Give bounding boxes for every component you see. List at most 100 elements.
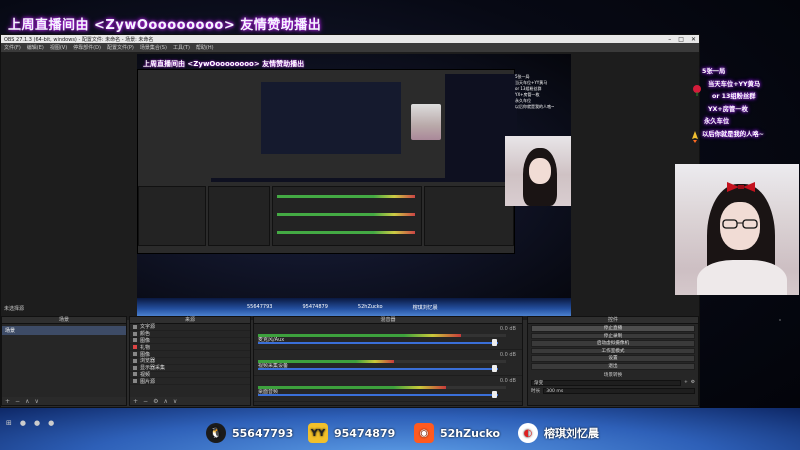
volume-knob[interactable] xyxy=(492,339,497,346)
promo-line: or 13组粉丝群 xyxy=(712,93,756,100)
yy-contact: YY 95474879 xyxy=(308,423,395,443)
source-settings-icon[interactable]: ⚙ xyxy=(153,398,158,405)
mixer-header: 混音器 xyxy=(254,317,522,324)
image-source-icon xyxy=(133,352,137,357)
duration-row: 时长 300 ms xyxy=(531,387,695,394)
glasses-icon xyxy=(722,219,758,229)
controls-header: 控件 xyxy=(528,317,698,324)
transition-select[interactable]: 渐变 xyxy=(531,379,682,386)
close-icon[interactable]: ✕ xyxy=(691,36,696,43)
menu-edit[interactable]: 编辑(E) xyxy=(27,44,44,51)
weibo-contact: ◐ 榕琪刘忆晨 xyxy=(518,423,599,443)
sources-dock: 来源 文字源 颜色 图像 礼物 图像 浏览器 显示器采集 视频 图片源 + − … xyxy=(129,316,251,406)
mixer-channel: 视频采集设备 0.0 dB xyxy=(254,350,522,376)
scene-item[interactable]: 场景 xyxy=(2,326,126,335)
add-source-icon[interactable]: + xyxy=(133,398,138,405)
duration-label: 时长 xyxy=(531,388,541,394)
remove-source-icon[interactable]: − xyxy=(143,398,148,405)
duration-input[interactable]: 300 ms xyxy=(543,387,695,394)
nested-webcam xyxy=(505,136,571,206)
menu-view[interactable]: 视图(V) xyxy=(50,44,67,51)
channel-db: 0.0 dB xyxy=(499,378,516,384)
stop-streaming-button[interactable]: 停止直播 xyxy=(531,325,695,332)
scene-down-icon[interactable]: ∨ xyxy=(34,398,38,405)
promo-text: 5张一局 当天车位+YY黄马 or 13组粉丝群 YX+房管一枚 永久车位 以后… xyxy=(688,66,798,141)
stop-recording-button[interactable]: 停止录制 xyxy=(531,332,695,340)
transition-select-row: 渐变 + ⚙ xyxy=(531,379,695,386)
exit-button[interactable]: 退出 xyxy=(531,362,695,370)
menu-tools[interactable]: 工具(T) xyxy=(173,44,190,51)
image-source-icon xyxy=(133,338,137,343)
transition-label: 场景转换 xyxy=(603,372,623,378)
menu-profile[interactable]: 配置文件(P) xyxy=(107,44,134,51)
mixer-channel: 麦克风/Aux 0.0 dB xyxy=(254,324,522,350)
webcam-feed xyxy=(675,164,799,295)
source-down-icon[interactable]: ∨ xyxy=(173,398,177,405)
qq-number: 55647793 xyxy=(232,426,294,440)
nested-obs-window-2 xyxy=(211,74,445,178)
source-item[interactable]: 图片源 xyxy=(130,378,250,386)
promo-line: YX+房管一枚 xyxy=(708,105,748,113)
nested-promo-list: 5张一局 当天车位+YY黄马 or 13组粉丝群 YX+房管一枚 永久车位 以后… xyxy=(515,74,555,109)
minimize-icon[interactable]: – xyxy=(668,36,671,43)
kuaishou-icon: ◉ xyxy=(414,423,434,443)
channel-db: 0.0 dB xyxy=(499,352,516,358)
menu-scene-collection[interactable]: 场景集合(S) xyxy=(140,44,167,51)
hair-bow-icon xyxy=(727,182,755,192)
menu-docks[interactable]: 停靠部件(D) xyxy=(73,44,101,51)
promo-line: 当天车位+YY黄马 xyxy=(708,80,761,88)
no-source-selected-label: 未选择源 xyxy=(4,306,25,312)
display-capture-icon xyxy=(133,365,137,370)
video-source-icon xyxy=(133,372,137,377)
text-source-icon xyxy=(133,324,137,329)
scenes-dock: 场景 场景 + − ∧ ∨ xyxy=(1,316,127,406)
weibo-icon: ◐ xyxy=(518,423,538,443)
obs-preview[interactable]: 上周直播间由 <ZywOoooooooo> 友情赞助播出 5张一局 当天车位+Y… xyxy=(1,52,699,320)
obs-titlebar[interactable]: OBS 27.1.3 (64-bit, windows) - 配置文件: 未命名… xyxy=(1,35,699,43)
volume-meter xyxy=(258,360,506,363)
obs-window: OBS 27.1.3 (64-bit, windows) - 配置文件: 未命名… xyxy=(0,34,700,424)
promo-line: 永久车位 xyxy=(704,118,730,125)
settings-button[interactable]: 设置 xyxy=(531,355,695,362)
volume-knob[interactable] xyxy=(492,365,497,372)
nested-stream-title: 上周直播间由 <ZywOoooooooo> 友情赞助播出 xyxy=(143,60,305,68)
volume-meter xyxy=(258,334,506,337)
maximize-icon[interactable]: □ xyxy=(678,36,684,43)
menu-file[interactable]: 文件(F) xyxy=(4,44,21,51)
obs-window-title: OBS 27.1.3 (64-bit, windows) - 配置文件: 未命名… xyxy=(4,36,154,43)
remove-scene-icon[interactable]: − xyxy=(15,398,20,405)
weibo-name: 榕琪刘忆晨 xyxy=(544,427,599,440)
preview-canvas: 上周直播间由 <ZywOoooooooo> 友情赞助播出 5张一局 当天车位+Y… xyxy=(137,54,571,316)
image-source-icon xyxy=(133,379,137,384)
qq-penguin-icon: 🐧 xyxy=(206,423,226,443)
kuaishou-id: 52hZucko xyxy=(440,426,501,440)
kuaishou-contact: ◉ 52hZucko xyxy=(414,423,500,443)
menu-help[interactable]: 帮助(H) xyxy=(196,44,214,51)
yy-bear-icon: YY xyxy=(308,423,328,443)
studio-mode-button[interactable]: 工作室模式 xyxy=(531,347,695,355)
sources-toolbar: + − ⚙ ∧ ∨ xyxy=(130,397,250,405)
scenes-header: 场景 xyxy=(2,317,126,324)
add-scene-icon[interactable]: + xyxy=(5,398,10,405)
volume-meter xyxy=(258,386,506,389)
promo-line: 5张一局 xyxy=(702,68,726,75)
volume-slider[interactable] xyxy=(258,394,498,396)
volume-slider[interactable] xyxy=(258,368,498,370)
source-up-icon[interactable]: ∧ xyxy=(163,398,167,405)
yy-number: 95474879 xyxy=(334,426,396,440)
add-transition-icon[interactable]: + xyxy=(684,380,688,385)
channel-db: 0.0 dB xyxy=(499,326,516,332)
start-virtual-camera-button[interactable]: 启动虚拟摄像机 xyxy=(531,340,695,347)
promo-line: 以后你就是我的人咯~ xyxy=(702,130,764,138)
stream-title: 上周直播间由 <ZywOoooooooo> 友情赞助播出 xyxy=(8,18,322,33)
nested-social-strip: 55647793 95474879 52hZucko 榕琪刘忆晨 xyxy=(137,298,571,316)
nested-obs-window xyxy=(137,69,517,254)
volume-slider[interactable] xyxy=(258,342,498,344)
qq-contact: 🐧 55647793 xyxy=(206,423,293,443)
scene-up-icon[interactable]: ∧ xyxy=(25,398,29,405)
obs-menubar: 文件(F) 编辑(E) 视图(V) 停靠部件(D) 配置文件(P) 场景集合(S… xyxy=(1,43,699,52)
nested-preview xyxy=(211,74,517,182)
browser-source-icon xyxy=(133,358,137,363)
volume-knob[interactable] xyxy=(492,391,497,398)
transition-settings-icon[interactable]: ⚙ xyxy=(691,380,695,385)
